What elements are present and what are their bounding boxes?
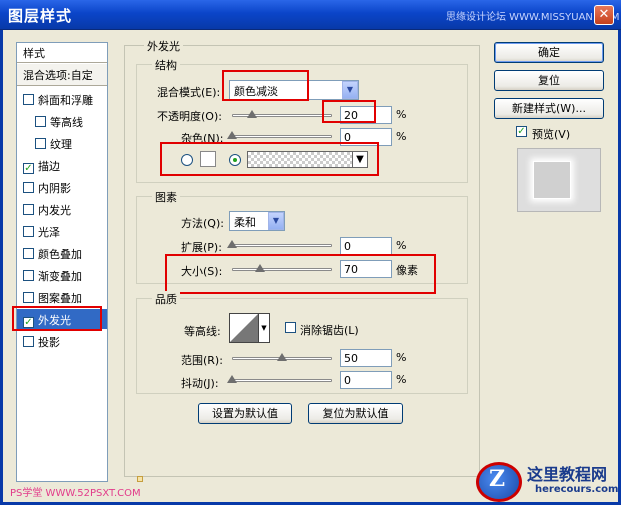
check-icon: ✓ xyxy=(24,163,33,174)
highlight-opacity xyxy=(322,100,376,123)
range-input[interactable]: 50 xyxy=(340,349,392,367)
opacity-label: 不透明度(O): xyxy=(157,110,222,123)
style-list-label: 描边 xyxy=(38,160,60,173)
style-list-item[interactable]: 等高线 xyxy=(17,111,107,131)
watermark-bottom: PS学堂 WWW.52PSXT.COM xyxy=(10,488,141,499)
site-logo-letter: Z xyxy=(489,466,506,492)
style-checkbox[interactable] xyxy=(23,226,34,237)
site-logo-url: herecours.com xyxy=(535,484,619,495)
style-list-item[interactable]: 图案叠加 xyxy=(17,287,107,307)
style-list-label: 渐变叠加 xyxy=(38,270,82,283)
style-list-item[interactable]: 渐变叠加 xyxy=(17,265,107,285)
style-checkbox[interactable] xyxy=(23,182,34,193)
style-list-item[interactable]: 内阴影 xyxy=(17,177,107,197)
style-list-label: 斜面和浮雕 xyxy=(38,94,93,107)
highlight-size xyxy=(165,254,436,294)
check-icon: ✓ xyxy=(517,126,526,137)
jitter-slider-thumb[interactable] xyxy=(227,375,237,383)
style-checkbox[interactable] xyxy=(23,336,34,347)
spread-input[interactable]: 0 xyxy=(340,237,392,255)
antialias-label: 消除锯齿(L) xyxy=(300,324,359,337)
preview-label: 预览(V) xyxy=(532,128,571,141)
style-list-label: 纹理 xyxy=(50,138,72,151)
chevron-down-icon[interactable]: ▼ xyxy=(342,81,358,99)
contour-curve-icon xyxy=(230,314,258,342)
antialias-checkbox[interactable] xyxy=(285,322,296,333)
make-default-button[interactable]: 设置为默认值 xyxy=(198,403,292,424)
range-percent: % xyxy=(396,351,407,364)
jitter-slider[interactable] xyxy=(232,379,332,382)
opacity-slider-thumb[interactable] xyxy=(247,110,257,118)
style-checkbox[interactable] xyxy=(23,204,34,215)
elements-title: 图素 xyxy=(152,189,180,205)
highlight-glow-color xyxy=(160,142,379,176)
resize-gripper-icon xyxy=(137,476,143,482)
outer-glow-title: 外发光 xyxy=(144,38,183,54)
style-list-label: 颜色叠加 xyxy=(38,248,82,261)
contour-preview[interactable] xyxy=(229,313,259,343)
range-label: 范围(R): xyxy=(181,354,223,367)
style-list-label: 图案叠加 xyxy=(38,292,82,305)
contour-dropdown[interactable]: ▼ xyxy=(259,313,270,343)
spread-percent: % xyxy=(396,239,407,252)
style-list-label: 光泽 xyxy=(38,226,60,239)
blend-options-item[interactable]: 混合选项:自定 xyxy=(17,64,107,86)
preview-checkbox[interactable]: ✓ xyxy=(516,126,527,137)
style-list-label: 内发光 xyxy=(38,204,71,217)
noise-percent: % xyxy=(396,130,407,143)
chevron-down-icon: ▼ xyxy=(261,324,267,332)
style-checkbox[interactable] xyxy=(23,270,34,281)
noise-slider-thumb[interactable] xyxy=(227,131,237,139)
style-list-label: 内阴影 xyxy=(38,182,71,195)
opacity-percent: % xyxy=(396,108,407,121)
spread-slider[interactable] xyxy=(232,244,332,247)
jitter-percent: % xyxy=(396,373,407,386)
highlight-outer-glow-item xyxy=(12,306,102,331)
contour-label: 等高线: xyxy=(184,325,221,338)
jitter-input[interactable]: 0 xyxy=(340,371,392,389)
ok-button[interactable]: 确定 xyxy=(494,42,604,63)
style-list-item[interactable]: 纹理 xyxy=(17,133,107,153)
jitter-label: 抖动(J): xyxy=(181,377,219,390)
style-list-label: 等高线 xyxy=(50,116,83,129)
style-list-label: 投影 xyxy=(38,336,60,349)
reset-button[interactable]: 复位 xyxy=(494,70,604,91)
range-slider-thumb[interactable] xyxy=(277,353,287,361)
style-checkbox[interactable] xyxy=(35,116,46,127)
quality-title: 品质 xyxy=(152,291,180,307)
structure-title: 结构 xyxy=(152,57,180,73)
style-list-item[interactable]: 光泽 xyxy=(17,221,107,241)
style-checkbox[interactable] xyxy=(23,94,34,105)
window-title: 图层样式 xyxy=(8,7,73,25)
close-button[interactable]: ✕ xyxy=(594,5,614,25)
style-checkbox[interactable] xyxy=(23,248,34,259)
spread-slider-thumb[interactable] xyxy=(227,240,237,248)
spread-label: 扩展(P): xyxy=(181,241,222,254)
chevron-down-icon[interactable]: ▼ xyxy=(268,212,284,230)
style-checkbox[interactable] xyxy=(35,138,46,149)
noise-slider[interactable] xyxy=(232,135,332,138)
style-list-header: 样式 xyxy=(17,43,107,63)
style-list-item[interactable]: 颜色叠加 xyxy=(17,243,107,263)
site-logo-name: 这里教程网 xyxy=(527,465,608,484)
new-style-button[interactable]: 新建样式(W)... xyxy=(494,98,604,119)
style-checkbox[interactable]: ✓ xyxy=(23,163,34,174)
technique-label: 方法(Q): xyxy=(181,217,224,230)
reset-default-button[interactable]: 复位为默认值 xyxy=(308,403,403,424)
style-list-item[interactable]: 斜面和浮雕 xyxy=(17,89,107,109)
style-list-item[interactable]: 投影 xyxy=(17,331,107,351)
highlight-blend-mode xyxy=(222,70,309,101)
style-list-item[interactable]: ✓ 描边 xyxy=(17,155,107,175)
style-list-item[interactable]: 内发光 xyxy=(17,199,107,219)
blend-mode-label: 混合模式(E): xyxy=(157,86,221,99)
technique-value: 柔和 xyxy=(234,216,256,229)
style-preview-swatch xyxy=(533,161,571,199)
style-checkbox[interactable] xyxy=(23,292,34,303)
